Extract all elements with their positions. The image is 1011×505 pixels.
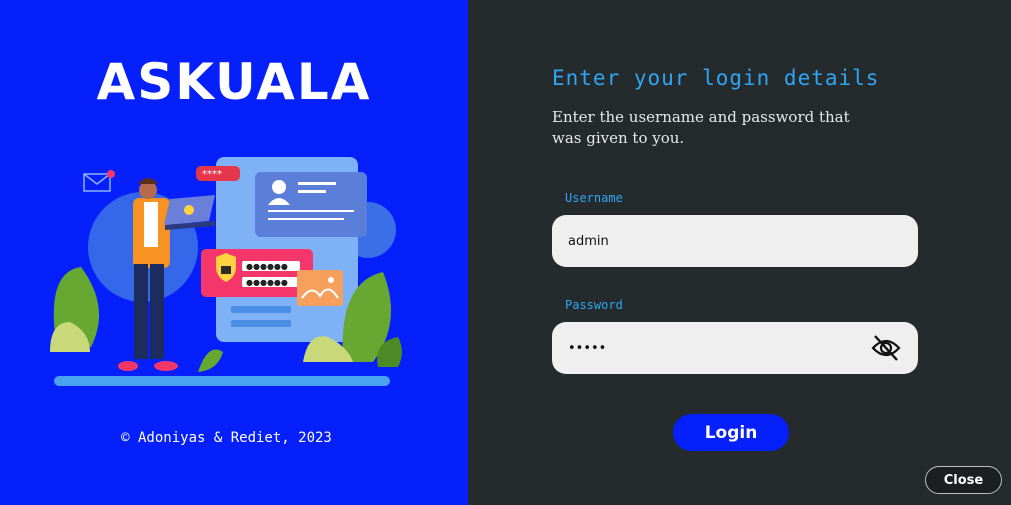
username-label: Username [565, 191, 623, 205]
eye-off-icon[interactable] [870, 333, 902, 363]
login-subtext: Enter the username and password that was… [552, 108, 850, 147]
password-input[interactable] [568, 340, 858, 356]
password-field-container [552, 322, 918, 374]
login-button[interactable]: Login [673, 414, 789, 451]
masked-badge-text: **** [202, 169, 222, 180]
login-heading: Enter your login details [552, 66, 880, 90]
svg-text:●●●●●●: ●●●●●● [246, 262, 288, 271]
app-logo: ASKUALA [96, 53, 372, 111]
svg-text:●●●●●●: ●●●●●● [246, 278, 288, 287]
copyright-text: © Adoniyas & Rediet, 2023 [121, 430, 332, 446]
username-input[interactable] [568, 233, 858, 249]
brand-panel: ASKUALA ●●●●●● ●●●●●● **** © Adoniyas & … [0, 0, 468, 505]
login-illustration: ●●●●●● ●●●●●● **** [50, 157, 402, 386]
password-label: Password [565, 298, 623, 312]
login-panel: Enter your login details Enter the usern… [468, 0, 1011, 505]
close-button[interactable]: Close [925, 466, 1002, 494]
username-field-container [552, 215, 918, 267]
